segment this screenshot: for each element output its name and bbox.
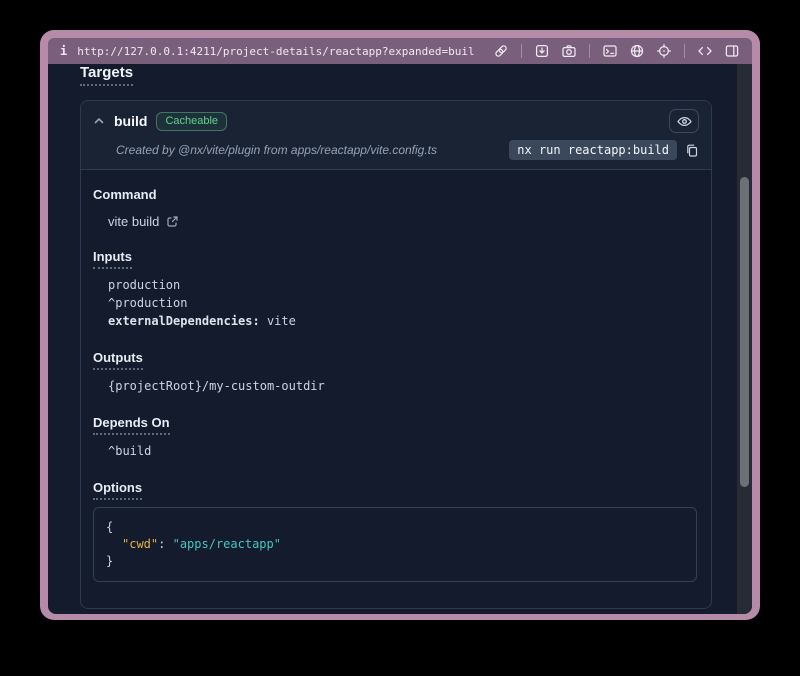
inputs-label: Inputs (93, 249, 132, 269)
output-item: {projectRoot}/my-custom-outdir (93, 377, 697, 395)
json-close-brace: } (106, 553, 684, 570)
input-dependency-key: externalDependencies: (108, 314, 260, 328)
page-title: Targets (80, 64, 133, 86)
panel-icon[interactable] (722, 41, 742, 61)
info-icon[interactable]: i (58, 44, 69, 58)
browser-titlebar: i http://127.0.0.1:4211/project-details/… (48, 38, 752, 64)
build-card-header: build Cacheable Created by @nx/vite/plug… (81, 101, 711, 169)
depends-on-label: Depends On (93, 415, 170, 435)
scrollbar-track[interactable] (737, 64, 752, 614)
inputs-section-heading: Inputs (93, 249, 697, 264)
options-json-block: { "cwd": "apps/reactapp" } (93, 507, 697, 582)
target-name: build (114, 113, 147, 129)
json-colon: : (158, 537, 165, 551)
external-link-icon[interactable] (166, 215, 179, 228)
browser-window: i http://127.0.0.1:4211/project-details/… (40, 30, 760, 620)
build-header-row[interactable]: build Cacheable (93, 109, 699, 133)
camera-icon[interactable] (559, 41, 579, 61)
cacheable-badge: Cacheable (156, 112, 227, 131)
url-bar[interactable]: http://127.0.0.1:4211/project-details/re… (77, 45, 475, 58)
outputs-section-heading: Outputs (93, 350, 697, 365)
outputs-label: Outputs (93, 350, 143, 370)
terminal-icon[interactable] (600, 41, 620, 61)
link-icon[interactable] (491, 41, 511, 61)
command-value: vite build (108, 214, 159, 229)
command-section-heading: Command (93, 187, 697, 202)
json-string-value: "apps/reactapp" (173, 537, 281, 551)
build-card-body: Command vite build Inputs production ^pr (81, 169, 711, 608)
chevron-up-icon[interactable] (93, 115, 105, 127)
toolbar-separator (589, 44, 590, 58)
input-dependency-value: vite (267, 314, 296, 328)
save-icon[interactable] (532, 41, 552, 61)
toolbar-separator (684, 44, 685, 58)
depends-on-section-heading: Depends On (93, 415, 697, 430)
copy-icon[interactable] (685, 143, 699, 158)
input-item: ^production (93, 294, 697, 312)
run-command-chip: nx run reactapp:build (509, 140, 677, 160)
input-item: production (93, 276, 697, 294)
options-section-heading: Options (93, 480, 697, 495)
target-card-build: build Cacheable Created by @nx/vite/plug… (80, 100, 712, 609)
json-open-brace: { (106, 519, 684, 536)
view-graph-button[interactable] (669, 109, 699, 133)
scrollbar-thumb[interactable] (740, 177, 749, 487)
build-subheader-row: Created by @nx/vite/plugin from apps/rea… (93, 140, 699, 160)
toolbar-separator (521, 44, 522, 58)
json-key: "cwd" (122, 537, 158, 551)
command-value-row: vite build (93, 214, 697, 229)
code-icon[interactable] (695, 41, 715, 61)
project-details-view: Targets build Cacheable (48, 64, 752, 614)
globe-icon[interactable] (627, 41, 647, 61)
depends-on-item: ^build (93, 442, 697, 460)
created-by-text: Created by @nx/vite/plugin from apps/rea… (116, 143, 437, 157)
json-cwd-line: "cwd": "apps/reactapp" (106, 536, 684, 553)
options-label: Options (93, 480, 142, 500)
command-label: Command (93, 187, 157, 202)
titlebar-toolbar (491, 41, 742, 61)
target-icon[interactable] (654, 41, 674, 61)
input-item: externalDependencies: vite (93, 312, 697, 330)
